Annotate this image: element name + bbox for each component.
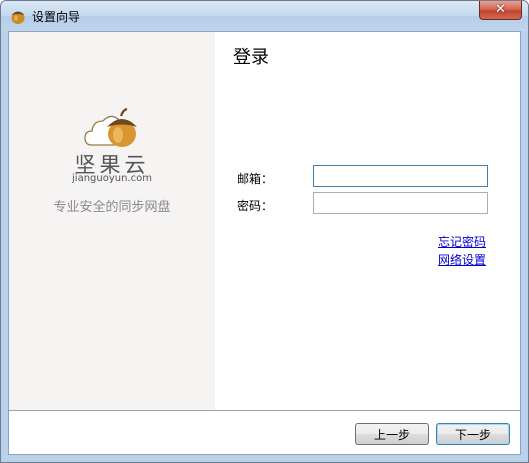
email-field[interactable] xyxy=(313,165,488,187)
page-title: 登录 xyxy=(233,47,269,68)
window-title: 设置向导 xyxy=(32,10,81,24)
forgot-password-link[interactable]: 忘记密码 xyxy=(438,233,486,250)
password-field[interactable] xyxy=(313,192,488,214)
back-button[interactable]: 上一步 xyxy=(355,423,429,445)
jianguoyun-logo xyxy=(84,107,137,147)
close-icon: ✕ xyxy=(495,2,506,17)
setup-wizard-window: 设置向导 ✕ 坚果云 jianguoyun.com 专业安全的同步网盘 登录 邮… xyxy=(0,0,529,463)
password-label: 密码： xyxy=(237,199,274,213)
close-button[interactable]: ✕ xyxy=(479,1,522,20)
wizard-body: 坚果云 jianguoyun.com 专业安全的同步网盘 登录 邮箱： 密码： … xyxy=(8,31,521,455)
email-label: 邮箱： xyxy=(237,172,274,186)
network-settings-link[interactable]: 网络设置 xyxy=(438,251,486,268)
nut-app-icon xyxy=(11,11,25,24)
brand-domain: jianguoyun.com xyxy=(72,173,152,184)
next-button[interactable]: 下一步 xyxy=(436,423,510,445)
brand-slogan: 专业安全的同步网盘 xyxy=(53,200,171,215)
footer-divider xyxy=(9,410,520,411)
title-bar[interactable]: 设置向导 ✕ xyxy=(1,1,528,31)
brand-panel: 坚果云 jianguoyun.com 专业安全的同步网盘 xyxy=(9,32,215,410)
